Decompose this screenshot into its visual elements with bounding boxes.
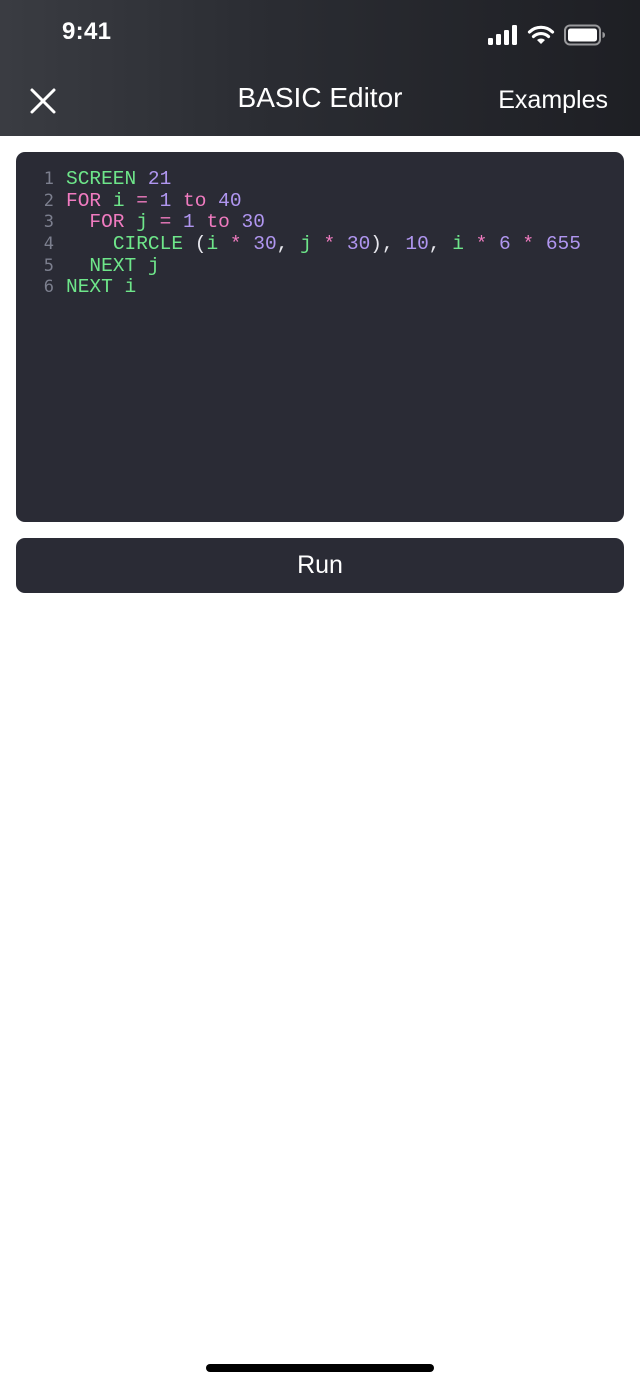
code-token: * [229,234,242,256]
close-icon [30,88,56,114]
code-token: j [300,234,312,256]
code-token: 21 [147,169,172,190]
battery-icon [564,24,605,46]
code-token: ), [370,234,406,256]
code-token: j [136,212,148,234]
code-token: * [522,234,535,256]
line-code: NEXT i [66,277,624,299]
line-code: NEXT j [66,256,624,278]
wifi-icon [527,25,555,44]
close-button[interactable] [26,84,60,118]
line-code: FOR j = 1 to 30 [66,212,624,234]
code-token: 655 [545,234,581,256]
code-token: j [147,255,160,277]
header-bar: 9:41 BASIC Editor Examples [0,0,640,136]
line-code: CIRCLE (i * 30, j * 30), 10, i * 6 * 655 [66,234,624,256]
examples-button[interactable]: Examples [498,86,608,115]
code-token: FOR [89,212,125,234]
code-token: 30 [346,234,371,256]
code-token: 1 [159,190,172,212]
code-line[interactable]: 4 CIRCLE (i * 30, j * 30), 10, i * 6 * 6… [16,234,624,256]
code-line[interactable]: 5 NEXT j [16,256,624,278]
code-token: , [428,234,453,256]
code-token: * [475,234,488,256]
code-token: 1 [183,212,195,234]
status-icons [488,22,606,48]
code-token: SCREEN [66,169,137,190]
code-token: NEXT [89,255,137,277]
line-number: 4 [43,234,54,255]
cellular-signal-icon [488,25,517,45]
code-token: FOR [66,190,102,212]
line-code: SCREEN 21 [66,169,624,191]
line-number: 6 [43,277,54,298]
code-token: 30 [241,212,265,234]
code-token: to [206,212,230,234]
code-token: ( [194,234,207,256]
code-token: , [276,234,301,256]
code-token: 30 [253,234,277,256]
code-token: to [183,190,207,212]
line-number: 1 [43,169,54,189]
code-token: 40 [218,190,242,212]
code-line[interactable]: 2 FOR i = 1 to 40 [16,191,624,213]
code-token: i [112,190,125,212]
line-code: FOR i = 1 to 40 [66,191,624,213]
code-token: 10 [405,234,429,256]
code-line[interactable]: 1 SCREEN 21 [16,169,624,191]
code-token: = [159,212,172,234]
code-token: i [124,277,137,299]
code-editor[interactable]: 1 SCREEN 21 2 FOR i = 1 to 40 3 FOR j = 1 to… [16,152,624,522]
basic-editor-screen: 9:41 BASIC Editor Examples 1 SCREEN 21 2… [0,0,640,1385]
line-number: 3 [43,212,54,233]
code-token: i [206,234,219,256]
code-line[interactable]: 6 NEXT i [16,277,624,299]
code-token: 6 [499,234,511,256]
code-line[interactable]: 3 FOR j = 1 to 30 [16,212,624,234]
line-number: 2 [43,190,54,211]
run-button[interactable]: Run [16,538,624,593]
code-token: CIRCLE [112,234,184,256]
line-number: 5 [43,255,54,276]
code-token: i [452,234,464,256]
code-token: NEXT [66,277,113,299]
code-token: = [136,190,148,212]
home-indicator [206,1364,434,1372]
status-time: 9:41 [62,18,112,45]
code-token: * [323,234,336,256]
